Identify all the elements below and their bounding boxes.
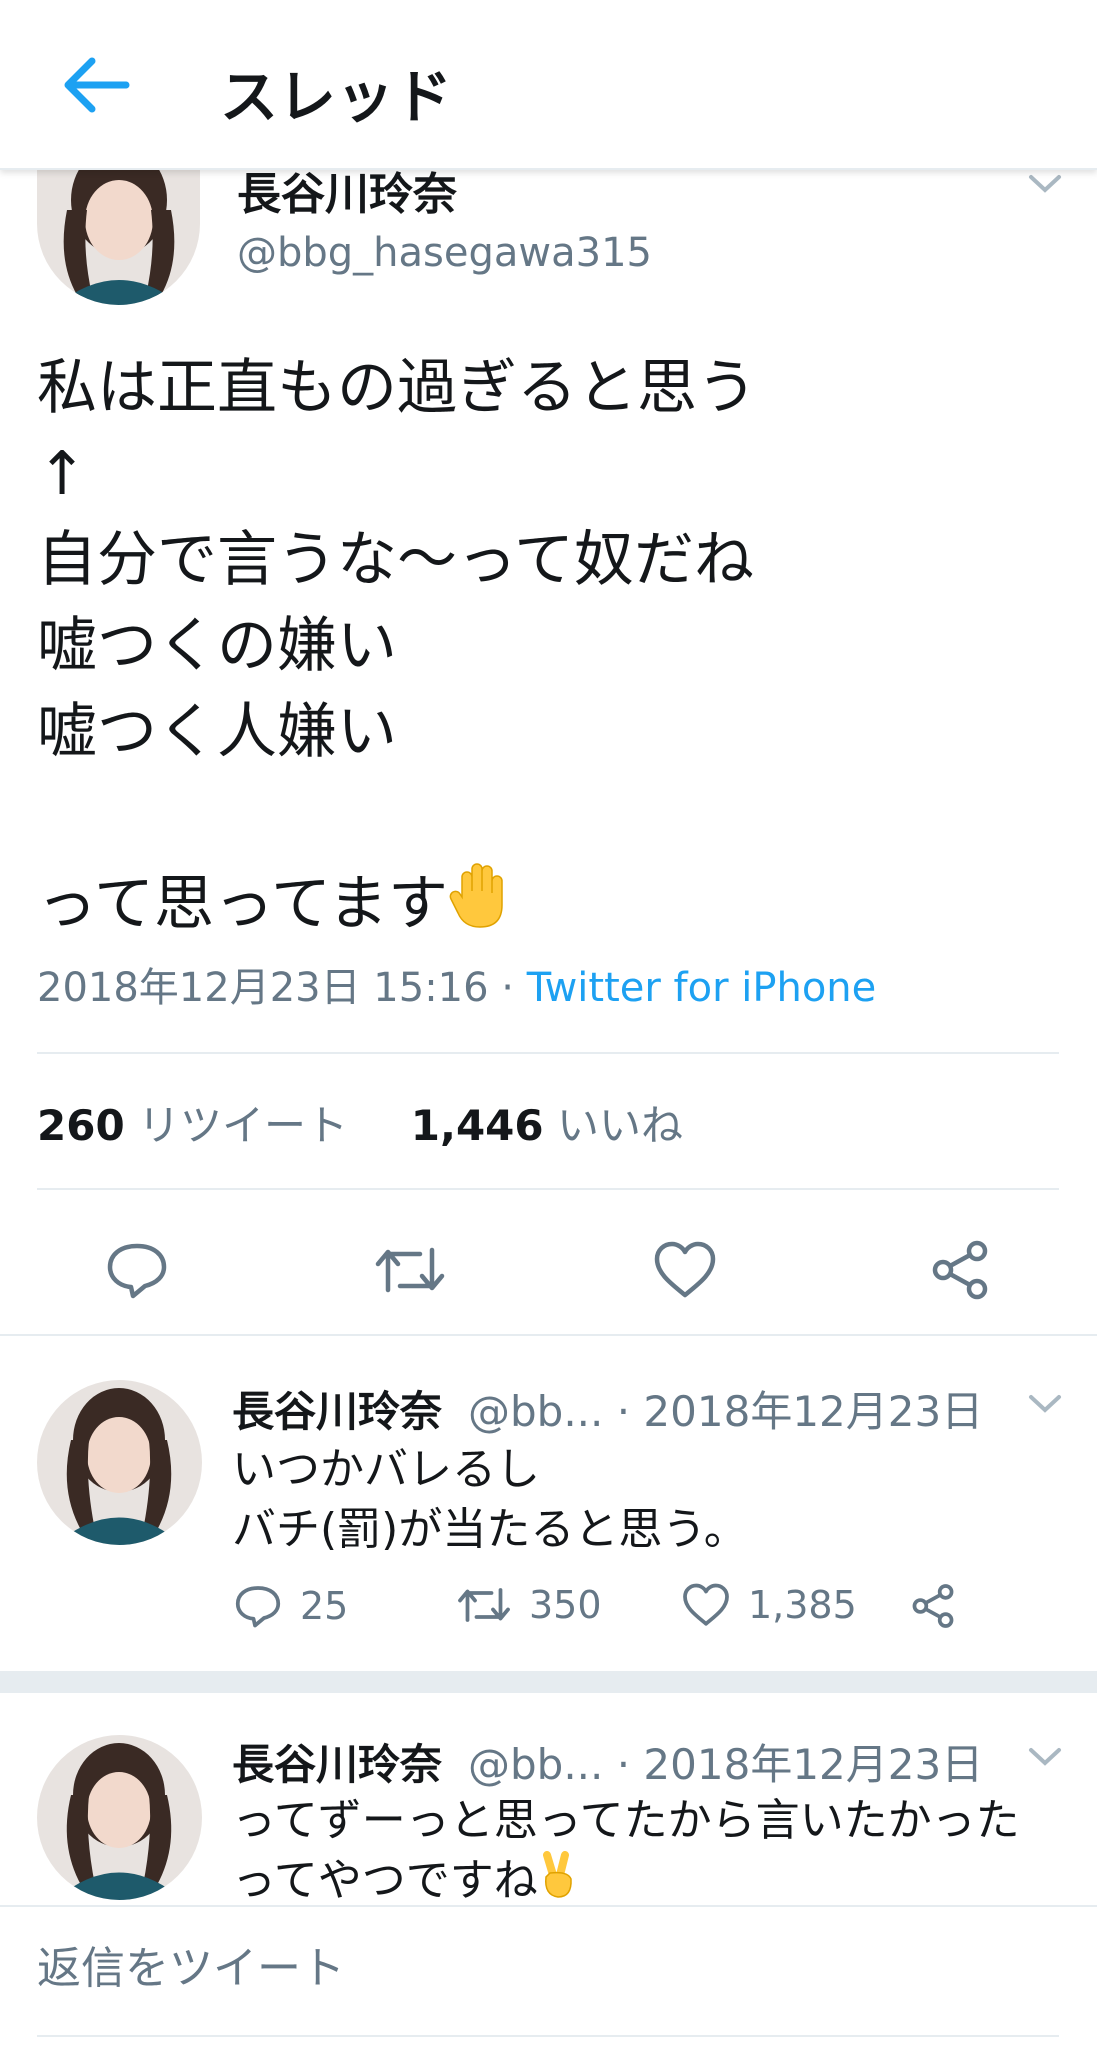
retweet-stat[interactable]: 260 リツイート bbox=[37, 1101, 348, 1150]
back-button[interactable] bbox=[55, 45, 135, 125]
author-handle-date: @bb... · 2018年12月23日 bbox=[468, 1378, 983, 1439]
retweet-button[interactable] bbox=[370, 1230, 450, 1310]
retweet-count: 350 bbox=[529, 1583, 602, 1627]
thread-separator bbox=[0, 1671, 1097, 1693]
divider bbox=[37, 2035, 1059, 2037]
like-label: いいね bbox=[556, 1101, 683, 1150]
like-count: 1,446 bbox=[410, 1101, 544, 1150]
author-handle[interactable]: @bbg_hasegawa315 bbox=[237, 230, 652, 276]
retweet-icon bbox=[458, 1588, 510, 1622]
tweet-text: ってずーっと思ってたから言いたかった ってやつですね bbox=[232, 1791, 1082, 1915]
retweet-count: 260 bbox=[37, 1101, 125, 1150]
like-stat[interactable]: 1,446 いいね bbox=[411, 1101, 683, 1150]
retweet-icon bbox=[375, 1247, 445, 1293]
tweet-text: いつかバレるし バチ(罰)が当たると思う。 bbox=[232, 1444, 748, 1555]
avatar[interactable] bbox=[37, 170, 200, 305]
avatar[interactable] bbox=[37, 1380, 202, 1545]
like-count: 1,385 bbox=[748, 1583, 857, 1627]
reply-count: 25 bbox=[300, 1584, 349, 1628]
like-button[interactable] bbox=[645, 1230, 725, 1310]
tweet-menu-button[interactable] bbox=[1025, 170, 1065, 198]
tweet-stats: 260 リツイート 1,446 いいね bbox=[37, 1092, 683, 1153]
tweet-timestamp: 2018年12月23日 15:16 bbox=[37, 965, 489, 1011]
back-arrow-icon bbox=[64, 57, 130, 113]
share-icon bbox=[912, 1584, 954, 1628]
share-icon bbox=[932, 1240, 988, 1300]
divider bbox=[37, 1188, 1059, 1190]
page-title: スレッド bbox=[220, 63, 453, 131]
tweet-date: · 2018年12月23日 bbox=[616, 1740, 984, 1789]
chevron-down-icon bbox=[1029, 175, 1061, 193]
main-tweet: 長谷川玲奈 @bbg_hasegawa315 私は正直もの過ぎると思う ↑ 自分… bbox=[0, 170, 1097, 1336]
avatar[interactable] bbox=[37, 1735, 202, 1900]
author-name[interactable]: 長谷川玲奈 bbox=[232, 1731, 442, 1792]
like-icon bbox=[683, 1583, 729, 1626]
reply-button[interactable] bbox=[97, 1230, 177, 1310]
chevron-down-icon bbox=[1029, 1748, 1061, 1766]
author-handle[interactable]: @bb... bbox=[468, 1740, 603, 1789]
reply-icon bbox=[235, 1586, 281, 1628]
tweet-meta: 2018年12月23日 15:16 · Twitter for iPhone bbox=[37, 955, 876, 1013]
reply-tweet[interactable]: 長谷川玲奈 @bb... · 2018年12月23日 いつかバレるし バチ(罰)… bbox=[0, 1338, 1097, 1671]
raised-hand-emoji bbox=[448, 861, 510, 954]
tweet-date: · 2018年12月23日 bbox=[616, 1387, 984, 1436]
author-name[interactable]: 長谷川玲奈 bbox=[232, 1378, 442, 1439]
reply-composer: 返信をツイート bbox=[0, 1905, 1097, 2048]
reply-tweet[interactable]: 長谷川玲奈 @bb... · 2018年12月23日 ってずーっと思ってたから言… bbox=[0, 1693, 1097, 1906]
tweet-text: 私は正直もの過ぎると思う ↑ 自分で言うな〜って奴だね 嘘つくの嫌い 嘘つく人嫌… bbox=[37, 345, 1057, 954]
tweet-body: ってずーっと思ってたから言いたかった ってやつですね bbox=[232, 1795, 1020, 1906]
reply-input[interactable]: 返信をツイート bbox=[37, 1929, 1059, 1999]
like-icon bbox=[654, 1241, 716, 1298]
reply-icon bbox=[107, 1243, 167, 1299]
share-button[interactable] bbox=[920, 1230, 1000, 1310]
like-button[interactable]: 1,385 bbox=[682, 1583, 857, 1627]
author-handle[interactable]: @bb... bbox=[468, 1387, 603, 1436]
tweet-body: 私は正直もの過ぎると思う ↑ 自分で言うな〜って奴だね 嘘つくの嫌い 嘘つく人嫌… bbox=[37, 353, 757, 940]
retweet-button[interactable]: 350 bbox=[457, 1583, 602, 1627]
tweet-actions bbox=[0, 1230, 1097, 1330]
author-name[interactable]: 長谷川玲奈 bbox=[237, 170, 457, 220]
tweet-menu-button[interactable] bbox=[1025, 1743, 1065, 1771]
meta-separator: · bbox=[488, 965, 527, 1011]
retweet-label: リツイート bbox=[138, 1101, 349, 1150]
reply-button[interactable]: 25 bbox=[234, 1583, 348, 1629]
divider bbox=[37, 1052, 1059, 1054]
author-handle-date: @bb... · 2018年12月23日 bbox=[468, 1731, 983, 1792]
top-bar: スレッド bbox=[0, 0, 1097, 170]
share-button[interactable] bbox=[910, 1583, 956, 1629]
tweet-source-link[interactable]: Twitter for iPhone bbox=[527, 965, 877, 1011]
tweet-menu-button[interactable] bbox=[1025, 1390, 1065, 1418]
chevron-down-icon bbox=[1029, 1395, 1061, 1413]
tweet-actions: 25 350 1,385 bbox=[232, 1583, 1012, 1643]
